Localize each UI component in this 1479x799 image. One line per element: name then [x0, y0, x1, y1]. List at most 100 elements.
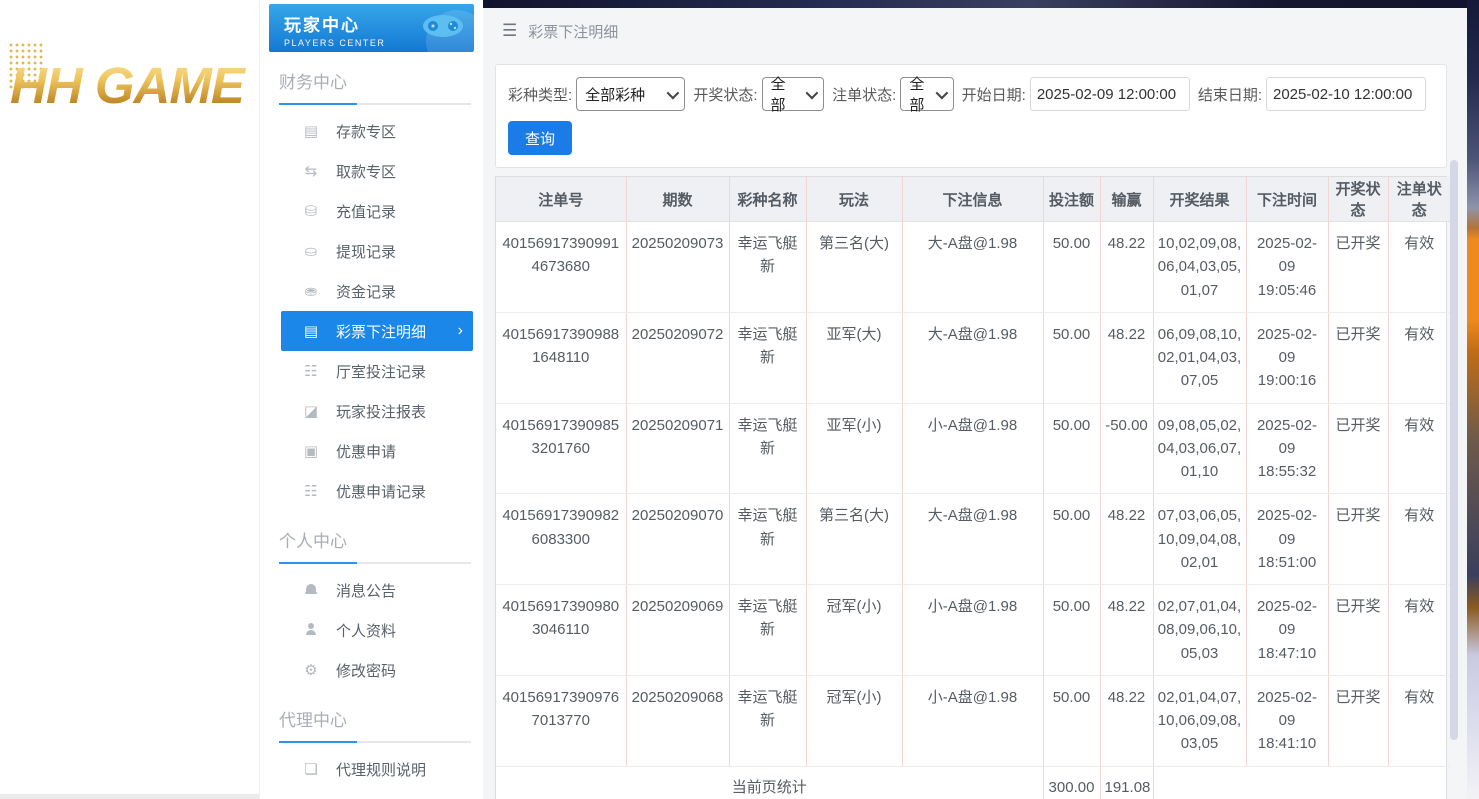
sidebar-item-promo-apply-record[interactable]: ☷ 优惠申请记录: [281, 471, 473, 511]
cell: 20250209071: [626, 403, 729, 494]
cell: 已开奖: [1328, 403, 1388, 494]
cell: 401569173909914673680: [496, 222, 626, 313]
cell: 50.00: [1043, 312, 1100, 403]
empty-cell: [1153, 766, 1450, 799]
cell: 幸运飞艇新: [729, 585, 806, 676]
column-header: 期数: [626, 177, 729, 222]
sidebar-item-withdrawal-record[interactable]: ⛀ 提现记录: [281, 231, 473, 271]
player-bet-report-icon: ◪: [301, 402, 321, 420]
hall-bet-record-icon: ☷: [301, 362, 321, 380]
site-logo: HH GAME: [10, 56, 259, 115]
section-title-personal: 个人中心: [279, 527, 483, 552]
sidebar-item-deposit[interactable]: ▤ 存款专区: [281, 111, 473, 151]
chevron-down-icon: [935, 86, 948, 99]
main-content: ☰ 彩票下注明细 彩种类型: 全部彩种 开奖状态: 全部 注单状态: 全部: [483, 8, 1467, 799]
gamepad-icon: [420, 11, 466, 41]
cell: 大-A盘@1.98: [902, 312, 1043, 403]
draw-status-select[interactable]: 全部: [762, 77, 825, 111]
sidebar-item-label: 优惠申请记录: [336, 481, 426, 502]
cell: 20250209068: [626, 675, 729, 766]
document-icon: ❏: [301, 760, 321, 778]
start-date-input[interactable]: [1030, 77, 1190, 111]
cell: 有效: [1388, 403, 1450, 494]
search-button[interactable]: 查询: [508, 121, 572, 155]
draw-status-value: 全部: [771, 73, 801, 115]
cell: 48.22: [1100, 675, 1153, 766]
bell-icon: [301, 582, 321, 599]
sidebar-item-label: 厅室投注记录: [336, 361, 426, 382]
sidebar-item-label: 代理规则说明: [336, 759, 426, 780]
cell: 有效: [1388, 494, 1450, 585]
sidebar-item-player-bet-report[interactable]: ◪ 玩家投注报表: [281, 391, 473, 431]
funds-record-icon: ⛂: [301, 282, 321, 300]
sidebar-item-hall-bet-record[interactable]: ☷ 厅室投注记录: [281, 351, 473, 391]
sidebar-item-lottery-bet-detail[interactable]: ▤ 彩票下注明细 ›: [281, 311, 473, 351]
gear-icon: ⚙: [301, 661, 321, 679]
withdraw-icon: ⇆: [301, 162, 321, 180]
cell: 小-A盘@1.98: [902, 585, 1043, 676]
screen: HH GAME 玩家中心 PLAYERS CENTER 财务中心 ▤ 存款专区: [0, 0, 1479, 799]
start-date-label: 开始日期:: [962, 84, 1026, 105]
cell: 2025-02-09 18:55:32: [1246, 403, 1328, 494]
cell: 02,01,04,07,10,06,09,08,03,05: [1153, 675, 1246, 766]
cell: 02,07,01,04,08,09,06,10,05,03: [1153, 585, 1246, 676]
sidebar-item-agent-rules[interactable]: ❏ 代理规则说明: [281, 749, 473, 789]
cell: 20250209073: [626, 222, 729, 313]
sidebar-item-funds-record[interactable]: ⛂ 资金记录: [281, 271, 473, 311]
person-icon: [301, 622, 321, 639]
sidebar-item-label: 充值记录: [336, 201, 396, 222]
bet-table: 注单号 期数 彩种名称 玩法 下注信息 投注额 输赢 开奖结果 下注时间 开奖状…: [496, 177, 1450, 799]
cell: 亚军(小): [806, 403, 902, 494]
withdrawal-record-icon: ⛀: [301, 242, 321, 260]
cell: -50.00: [1100, 403, 1153, 494]
sidebar-item-profile[interactable]: 个人资料: [281, 610, 473, 650]
chevron-down-icon: [806, 86, 819, 99]
section-divider: [279, 562, 471, 564]
cell: 401569173909803046110: [496, 585, 626, 676]
section-title-agent: 代理中心: [279, 706, 483, 731]
cell: 20250209069: [626, 585, 729, 676]
bet-table-panel: 注单号 期数 彩种名称 玩法 下注信息 投注额 输赢 开奖结果 下注时间 开奖状…: [495, 176, 1447, 799]
column-header: 玩法: [806, 177, 902, 222]
sidebar-item-promo-apply[interactable]: ▣ 优惠申请: [281, 431, 473, 471]
lottery-bet-detail-icon: ▤: [301, 322, 321, 340]
cell: 幸运飞艇新: [729, 312, 806, 403]
sidebar-item-notice[interactable]: 消息公告: [281, 570, 473, 610]
cell: 2025-02-09 18:41:10: [1246, 675, 1328, 766]
section-title-finance: 财务中心: [279, 68, 483, 93]
sidebar-item-label: 资金记录: [336, 281, 396, 302]
cell: 10,02,09,08,06,04,03,05,01,07: [1153, 222, 1246, 313]
table-row: 401569173909881648110 20250209072 幸运飞艇新 …: [496, 312, 1450, 403]
deposit-icon: ▤: [301, 122, 321, 140]
cell: 48.22: [1100, 222, 1153, 313]
end-date-input[interactable]: [1266, 77, 1426, 111]
table-header-row: 注单号 期数 彩种名称 玩法 下注信息 投注额 输赢 开奖结果 下注时间 开奖状…: [496, 177, 1450, 222]
lottery-type-select[interactable]: 全部彩种: [576, 77, 685, 111]
column-header: 彩种名称: [729, 177, 806, 222]
order-status-select[interactable]: 全部: [900, 77, 953, 111]
sidebar-item-recharge-record[interactable]: ⛁ 充值记录: [281, 191, 473, 231]
sidebar-item-withdraw[interactable]: ⇆ 取款专区: [281, 151, 473, 191]
cell: 07,03,06,05,10,09,04,08,02,01: [1153, 494, 1246, 585]
cell: 20250209072: [626, 312, 729, 403]
cell: 48.22: [1100, 312, 1153, 403]
cell: 已开奖: [1328, 585, 1388, 676]
page-summary-winloss-total: 191.08: [1100, 766, 1153, 799]
page-background-top: [483, 0, 1479, 8]
column-header: 开奖状态: [1328, 177, 1388, 222]
page-summary-bet-total: 300.00: [1043, 766, 1100, 799]
cell: 大-A盘@1.98: [902, 494, 1043, 585]
cell: 小-A盘@1.98: [902, 675, 1043, 766]
cell: 大-A盘@1.98: [902, 222, 1043, 313]
table-row: 401569173909853201760 20250209071 幸运飞艇新 …: [496, 403, 1450, 494]
scrollbar-thumb[interactable]: [1450, 160, 1458, 740]
page-title: 彩票下注明细: [528, 21, 618, 42]
menu-toggle-icon[interactable]: ☰: [502, 21, 517, 41]
section-divider: [279, 741, 471, 743]
cell: 2025-02-09 19:00:16: [1246, 312, 1328, 403]
cell: 48.22: [1100, 585, 1153, 676]
cell: 401569173909767013770: [496, 675, 626, 766]
sidebar-item-change-password[interactable]: ⚙ 修改密码: [281, 650, 473, 690]
draw-status-label: 开奖状态:: [693, 84, 757, 105]
sidebar-item-agent-team-stats[interactable]: ▦ 代理团队统计: [281, 789, 473, 799]
